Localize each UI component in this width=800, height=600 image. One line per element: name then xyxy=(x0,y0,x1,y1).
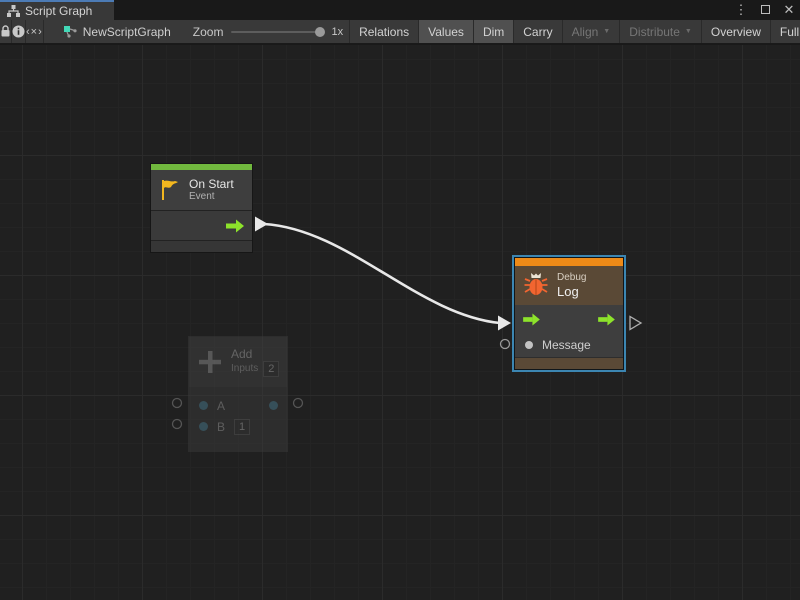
add-header: Add Inputs 2 xyxy=(189,337,287,387)
maximize-icon[interactable] xyxy=(758,0,772,20)
node-on-start[interactable]: On Start Event xyxy=(150,163,253,253)
debug-message-row: Message xyxy=(515,333,623,357)
debug-title: Log xyxy=(557,284,586,299)
title-bar: Script Graph ⋮ ✕ xyxy=(0,0,800,20)
graph-asset-button[interactable]: NewScriptGraph xyxy=(63,20,171,43)
debug-category: Debug xyxy=(557,272,586,284)
plus-icon xyxy=(197,349,223,375)
dim-button[interactable]: Dim xyxy=(474,20,513,43)
code-view-button[interactable]: ‹×› xyxy=(26,20,43,43)
port-b-value-field[interactable]: 1 xyxy=(234,419,250,435)
add-body: A B 1 xyxy=(189,387,287,451)
graph-canvas[interactable]: On Start Event xyxy=(0,45,800,600)
lock-button[interactable] xyxy=(0,20,11,43)
flow-connection-wire xyxy=(264,224,500,323)
info-button[interactable] xyxy=(12,20,25,43)
graph-toolbar: ‹×› NewScriptGraph Zoom 1x Relations xyxy=(0,20,800,44)
on-start-footer xyxy=(151,240,252,252)
flow-output-port[interactable] xyxy=(598,313,615,326)
add-port-row-a: A xyxy=(189,395,287,416)
debug-header: Debug Log xyxy=(515,266,623,305)
chevron-down-icon: ▼ xyxy=(685,28,692,35)
flow-input-port[interactable] xyxy=(523,313,540,326)
menu-icon[interactable]: ⋮ xyxy=(734,0,748,20)
on-start-title: On Start xyxy=(189,177,234,191)
flag-icon xyxy=(159,178,181,202)
distribute-dropdown[interactable]: Distribute ▼ xyxy=(620,20,701,43)
message-input-port[interactable] xyxy=(525,341,533,349)
port-b-label: B xyxy=(217,420,225,434)
debug-flow-row xyxy=(515,305,623,333)
info-icon xyxy=(12,25,25,38)
lock-icon xyxy=(0,25,11,38)
chevron-down-icon: ▼ xyxy=(603,28,610,35)
tab-title: Script Graph xyxy=(25,4,92,18)
connection-start-arrow xyxy=(255,217,268,232)
zoom-slider-handle[interactable] xyxy=(315,27,325,37)
zoom-label: Zoom xyxy=(193,25,224,39)
distribute-label: Distribute xyxy=(629,25,680,39)
on-start-body xyxy=(151,210,252,240)
tab-script-graph[interactable]: Script Graph xyxy=(0,0,114,20)
bug-icon xyxy=(523,272,549,299)
zoom-control: Zoom 1x xyxy=(193,20,349,43)
graph-name-label: NewScriptGraph xyxy=(83,25,171,39)
debug-message-port-marker xyxy=(501,340,510,349)
relations-button[interactable]: Relations xyxy=(350,20,418,43)
zoom-value: 1x xyxy=(331,26,343,38)
window-controls: ⋮ ✕ xyxy=(734,0,796,20)
carry-button[interactable]: Carry xyxy=(514,20,561,43)
debug-footer xyxy=(515,357,623,369)
add-port-row-b: B 1 xyxy=(189,416,287,437)
debug-accent-bar xyxy=(515,258,623,266)
align-dropdown[interactable]: Align ▼ xyxy=(563,20,620,43)
values-button[interactable]: Values xyxy=(419,20,473,43)
zoom-slider[interactable] xyxy=(231,31,323,33)
fullscreen-button[interactable]: Full S xyxy=(771,20,800,43)
add-title: Add xyxy=(231,347,279,361)
value-input-port-a[interactable] xyxy=(199,401,208,410)
overview-button[interactable]: Overview xyxy=(702,20,770,43)
node-add-ghost[interactable]: Add Inputs 2 A B 1 xyxy=(188,336,288,452)
connection-layer xyxy=(0,45,800,600)
value-input-port-b[interactable] xyxy=(199,422,208,431)
value-output-port[interactable] xyxy=(269,401,278,410)
align-label: Align xyxy=(572,25,599,39)
graph-asset-icon xyxy=(63,25,77,38)
node-debug-log[interactable]: Debug Log xyxy=(514,257,624,370)
flow-output-port[interactable] xyxy=(226,219,244,233)
graph-tab-icon xyxy=(7,5,20,17)
add-inputs-count-field[interactable]: 2 xyxy=(263,361,279,377)
connection-end-arrow xyxy=(498,316,511,331)
add-subtitle: Inputs xyxy=(231,363,258,375)
debug-output-port-marker xyxy=(630,317,641,330)
on-start-header: On Start Event xyxy=(151,170,252,210)
on-start-subtitle: Event xyxy=(189,191,234,203)
close-icon[interactable]: ✕ xyxy=(782,0,796,20)
script-graph-window: Script Graph ⋮ ✕ ‹×› xyxy=(0,0,800,600)
message-port-label: Message xyxy=(542,338,591,352)
port-a-label: A xyxy=(217,399,225,413)
